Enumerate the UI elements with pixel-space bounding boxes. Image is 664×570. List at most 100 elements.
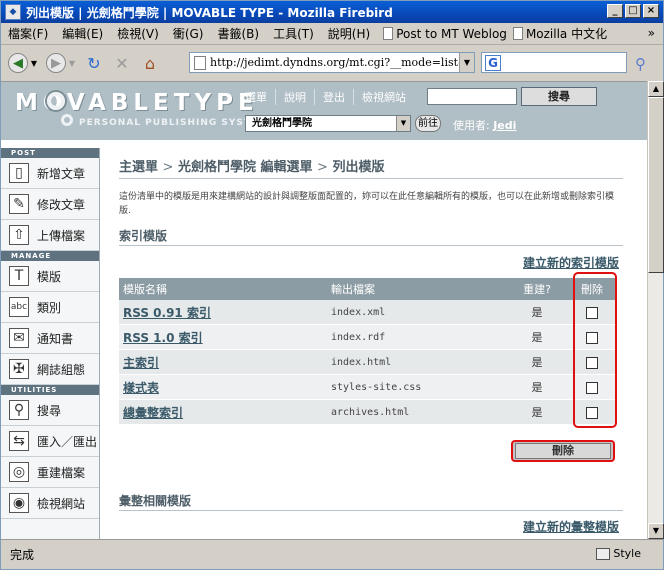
sidebar-item-templates[interactable]: T 模版 (1, 261, 99, 292)
style-switcher[interactable]: Style (596, 547, 641, 560)
sidebar-item-rebuild[interactable]: ◎ 重建檔案 (1, 457, 99, 488)
template-name-link[interactable]: 樣式表 (119, 379, 331, 396)
menu-view[interactable]: 檢視(V) (110, 25, 166, 42)
scroll-up-icon[interactable]: ▲ (648, 81, 664, 97)
user-name-link[interactable]: Jedi (493, 119, 516, 132)
bookmark-mozilla-chinese[interactable]: Mozilla 中文化 (512, 25, 607, 42)
template-name-link[interactable]: 主索引 (119, 354, 331, 371)
output-file: styles-site.css (331, 381, 422, 393)
breadcrumb-blog-menu[interactable]: 光劍格鬥學院 編輯選單 (178, 160, 313, 175)
menu-file[interactable]: 檔案(F) (1, 25, 55, 42)
create-index-template-link[interactable]: 建立新的索引模版 (523, 254, 619, 271)
page-content: MOVABLETYPE PERSONAL PUBLISHING SYSTEM 選… (1, 81, 647, 539)
nav-main-menu[interactable]: 選單 (237, 89, 276, 105)
page-icon (383, 27, 394, 40)
go-button[interactable]: 前往 (415, 115, 441, 132)
breadcrumb-main-menu[interactable]: 主選單 (119, 160, 158, 175)
web-search-field[interactable]: G (481, 52, 627, 73)
template-name-link[interactable]: RSS 1.0 索引 (119, 329, 331, 346)
back-arrow-icon: ◀ (8, 53, 28, 73)
menu-bar: 檔案(F) 編輯(E) 檢視(V) 衝(G) 書籤(B) 工具(T) 說明(H)… (1, 23, 663, 45)
template-name-link[interactable]: RSS 0.91 索引 (119, 304, 331, 321)
sidebar-item-label: 類別 (37, 300, 62, 315)
sidebar-item-categories[interactable]: abc 類別 (1, 292, 99, 323)
forward-button[interactable]: ▶ (45, 52, 67, 74)
sidebar-item-notifications[interactable]: ✉ 通知書 (1, 323, 99, 354)
page-description: 這份清單中的模版是用來建構網站的設計與調整版面配置的，妳可以在此任意編輯所有的模… (119, 192, 615, 216)
sidebar-item-import-export[interactable]: ⇆ 匯入／匯出 (1, 426, 99, 457)
sidebar-header-utilities: UTILITIES (1, 385, 99, 395)
index-templates-title: 索引模版 (119, 229, 168, 243)
url-text[interactable]: http://jedimt.dyndns.org/mt.cgi?__mode=l… (210, 56, 459, 69)
url-dropdown-icon[interactable]: ▼ (459, 53, 474, 72)
sidebar-item-upload[interactable]: ⇧ 上傳檔案 (1, 220, 99, 251)
vertical-scrollbar[interactable]: ▲ ▼ (647, 81, 664, 539)
menu-go[interactable]: 衝(G) (166, 25, 211, 42)
nav-view-site[interactable]: 檢視網站 (354, 89, 414, 105)
forward-arrow-icon: ▶ (46, 53, 66, 73)
sidebar-item-edit-entries[interactable]: ✎ 修改文章 (1, 189, 99, 220)
sidebar-item-new-entry[interactable]: ▯ 新增文章 (1, 158, 99, 189)
rebuild-value: 是 (531, 331, 543, 344)
blog-select-value: 光劍格鬥學院 (252, 118, 312, 129)
maximize-button[interactable]: □ (625, 4, 641, 18)
back-button[interactable]: ◀ (7, 52, 29, 74)
title-bar: ◆ 列出模版 | 光劍格鬥學院 | MOVABLE TYPE - Mozilla… (1, 1, 663, 23)
sidebar-item-label: 修改文章 (37, 197, 86, 212)
rebuild-value: 是 (531, 356, 543, 369)
delete-button[interactable]: 刪除 (515, 443, 611, 459)
chevron-down-icon[interactable]: ▼ (396, 116, 410, 131)
view-site-icon: ◉ (9, 493, 29, 513)
minimize-button[interactable]: _ (607, 4, 623, 18)
scroll-thumb[interactable] (648, 97, 664, 273)
import-export-icon: ⇆ (9, 431, 29, 451)
sidebar-item-label: 網誌組態 (37, 362, 86, 377)
blog-select[interactable]: 光劍格鬥學院 ▼ (245, 115, 411, 132)
create-archive-template-link[interactable]: 建立新的彙整模版 (523, 518, 619, 535)
header-template-name: 模版名稱 (123, 283, 167, 296)
menu-bookmarks[interactable]: 書籤(B) (210, 25, 266, 42)
sidebar-item-view-site[interactable]: ◉ 檢視網站 (1, 488, 99, 519)
search-go-icon[interactable]: ⚲ (635, 55, 646, 73)
url-bar[interactable]: http://jedimt.dyndns.org/mt.cgi?__mode=l… (189, 52, 475, 73)
sidebar-header-manage: MANAGE (1, 251, 99, 261)
templates-icon: T (9, 266, 29, 286)
table-header: 模版名稱 輸出檔案 重建? 刪除 (119, 278, 617, 300)
nav-logout[interactable]: 登出 (315, 89, 354, 105)
home-icon[interactable]: ⌂ (139, 52, 161, 74)
output-file: index.rdf (331, 331, 386, 343)
more-bookmarks-chevron-icon[interactable]: » (648, 26, 655, 40)
divider (119, 245, 623, 246)
new-entry-icon: ▯ (9, 163, 29, 183)
browser-window: ◆ 列出模版 | 光劍格鬥學院 | MOVABLE TYPE - Mozilla… (0, 0, 664, 570)
breadcrumb-separator: > (162, 160, 174, 175)
delete-column-highlight (573, 272, 617, 428)
template-name-link[interactable]: 總彙整索引 (119, 404, 331, 421)
sidebar: POST ▯ 新增文章 ✎ 修改文章 ⇧ 上傳檔案 MANAGE T 模版 ab… (1, 148, 100, 539)
sidebar-item-search[interactable]: ⚲ 搜尋 (1, 395, 99, 426)
google-icon[interactable]: G (485, 54, 501, 71)
bookmark-post-to-mt[interactable]: Post to MT Weblog (383, 27, 507, 41)
navigation-toolbar: ◀ ▼ ▶ ▼ ↻ ✕ ⌂ http://jedimt.dyndns.org/m… (1, 46, 663, 80)
sidebar-header-post: POST (1, 148, 99, 158)
status-text: 完成 (10, 548, 35, 562)
upload-icon: ⇧ (9, 225, 29, 245)
scroll-down-icon[interactable]: ▼ (648, 523, 664, 539)
table-row: RSS 0.91 索引 index.xml 是 (119, 300, 617, 325)
table-row: 總彙整索引 archives.html 是 (119, 400, 617, 425)
window-controls: _ □ × (607, 4, 659, 18)
forward-dropdown-icon[interactable]: ▼ (67, 52, 77, 74)
menu-tools[interactable]: 工具(T) (266, 25, 321, 42)
mt-search-button[interactable]: 搜尋 (521, 87, 597, 106)
menu-edit[interactable]: 編輯(E) (55, 25, 110, 42)
menu-help[interactable]: 說明(H) (321, 25, 377, 42)
mt-search-input[interactable] (427, 88, 517, 105)
nav-help[interactable]: 說明 (276, 89, 315, 105)
app-icon: ◆ (5, 4, 21, 20)
reload-icon[interactable]: ↻ (83, 52, 105, 74)
breadcrumb-separator: > (317, 160, 328, 175)
back-dropdown-icon[interactable]: ▼ (29, 52, 39, 74)
sidebar-item-configuration[interactable]: ✠ 網誌組態 (1, 354, 99, 385)
stop-icon[interactable]: ✕ (111, 52, 133, 74)
close-button[interactable]: × (643, 4, 659, 18)
